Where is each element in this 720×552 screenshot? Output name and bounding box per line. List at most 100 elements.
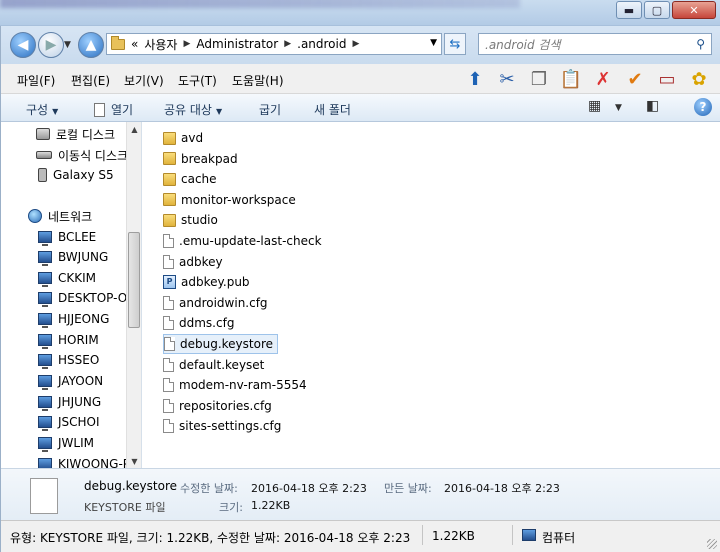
nav-local-disk[interactable]: 로컬 디스크 — [36, 124, 115, 144]
file-name: repositories.cfg — [179, 398, 272, 413]
delete-icon[interactable]: ✗ — [590, 66, 616, 92]
search-icon[interactable]: ⚲ — [696, 37, 705, 51]
status-bar: 유형: KEYSTORE 파일, 크기: 1.22KB, 수정한 날짜: 201… — [0, 520, 720, 552]
chevron-down-icon: ▼ — [215, 107, 223, 116]
computer-icon — [38, 334, 52, 349]
file-row[interactable]: breakpad — [163, 149, 242, 169]
refresh-button[interactable]: ⇆ — [444, 33, 466, 55]
paste-icon[interactable]: 📋 — [558, 66, 584, 92]
menu-edit[interactable]: 편집(E) — [71, 72, 110, 89]
file-name: cache — [181, 172, 217, 187]
file-row[interactable]: debug.keystore — [163, 334, 279, 354]
file-row[interactable]: androidwin.cfg — [163, 293, 272, 313]
file-name: avd — [181, 131, 204, 145]
menu-view[interactable]: 보기(V) — [124, 72, 164, 89]
nav-computer-item[interactable]: HJJEONG — [38, 309, 109, 329]
nav-network[interactable]: 네트워크 — [28, 206, 92, 226]
copy-icon[interactable]: ❐ — [526, 66, 552, 92]
nav-scrollbar[interactable]: ▲ ▼ — [126, 122, 141, 468]
nav-computer-item[interactable]: BWJUNG — [38, 247, 108, 267]
maximize-button[interactable]: ▢ — [644, 1, 670, 19]
nav-label: JHJUNG — [58, 395, 102, 409]
file-icon — [164, 337, 175, 351]
command-bar: 구성 ▼ 열기 공유 대상 ▼ 굽기 새 폴더 ▦ ▼ ◧ ? — [0, 94, 720, 122]
file-row[interactable]: Padbkey.pub — [163, 272, 254, 292]
nav-label: 로컬 디스크 — [56, 127, 116, 142]
breadcrumb-android[interactable]: .android — [297, 37, 346, 51]
file-row[interactable]: repositories.cfg — [163, 396, 276, 416]
nav-computer-item[interactable]: JAYOON — [38, 371, 103, 391]
up-folder-icon[interactable]: ⬆ — [462, 66, 488, 92]
file-row[interactable]: default.keyset — [163, 355, 268, 375]
scroll-down-icon[interactable]: ▼ — [127, 454, 141, 468]
nav-galaxy-s5[interactable]: Galaxy S5 — [38, 165, 114, 185]
check-icon[interactable]: ✔ — [622, 66, 648, 92]
status-location: 컴퓨터 — [542, 531, 576, 545]
menu-file[interactable]: 파일(F) — [17, 72, 55, 89]
file-row[interactable]: avd — [163, 128, 207, 148]
nav-computer-item[interactable]: DESKTOP-OD — [38, 288, 136, 308]
file-name: sites-settings.cfg — [179, 419, 282, 434]
file-row[interactable]: studio — [163, 210, 222, 230]
created-label: 만든 날짜: — [384, 482, 432, 495]
computer-icon — [38, 354, 52, 369]
file-row[interactable]: modem-nv-ram-5554 — [163, 375, 311, 395]
details-file-name: debug.keystore — [84, 479, 178, 493]
properties-icon[interactable]: ▭ — [654, 66, 680, 92]
open-button[interactable]: 열기 — [94, 101, 133, 118]
back-button[interactable]: ◀ — [10, 32, 36, 58]
breadcrumb-administrator[interactable]: Administrator — [196, 37, 278, 51]
share-button[interactable]: 공유 대상 ▼ — [164, 101, 222, 118]
network-icon — [28, 209, 42, 223]
file-row[interactable]: cache — [163, 169, 221, 189]
nav-computer-item[interactable]: JHJUNG — [38, 392, 101, 412]
organize-button[interactable]: 구성 ▼ — [26, 101, 58, 118]
computer-icon — [38, 272, 52, 287]
scroll-up-icon[interactable]: ▲ — [127, 122, 141, 136]
nav-label: CKKIM — [58, 271, 97, 285]
chevron-right-icon[interactable]: ▶ — [352, 39, 359, 49]
cut-icon[interactable]: ✂ — [494, 66, 520, 92]
address-bar[interactable]: « 사용자 ▶ Administrator ▶ .android ▶ ▼ — [106, 33, 442, 55]
scroll-thumb[interactable] — [128, 232, 140, 328]
breadcrumb-users[interactable]: 사용자 — [144, 36, 177, 53]
menu-tools[interactable]: 도구(T) — [178, 72, 217, 89]
nav-removable-disk[interactable]: 이동식 디스크 — [36, 145, 128, 165]
resize-grip[interactable] — [707, 539, 717, 549]
minimize-button[interactable]: ▬ — [616, 1, 642, 19]
menu-help[interactable]: 도움말(H) — [232, 72, 284, 89]
nav-computer-item[interactable]: JWLIM — [38, 433, 94, 453]
nav-computer-item[interactable]: HSSEO — [38, 350, 99, 370]
up-button[interactable]: ▲ — [78, 32, 104, 58]
file-row[interactable]: adbkey — [163, 252, 227, 272]
help-icon[interactable]: ? — [694, 98, 712, 116]
nav-computer-item[interactable]: CKKIM — [38, 268, 96, 288]
nav-computer-item[interactable]: BCLEE — [38, 227, 96, 247]
recent-pages-dropdown[interactable]: ▼ — [64, 40, 71, 50]
file-row[interactable]: .emu-update-last-check — [163, 231, 326, 251]
new-folder-button[interactable]: 새 폴더 — [314, 101, 351, 118]
nav-label: BCLEE — [58, 230, 97, 244]
burn-button[interactable]: 굽기 — [259, 101, 281, 118]
color-wheel-icon[interactable]: ✿ — [686, 66, 712, 92]
close-button[interactable]: ✕ — [672, 1, 716, 19]
file-row[interactable]: monitor-workspace — [163, 190, 300, 210]
arrow-right-icon: ▶ — [45, 37, 57, 53]
chevron-down-icon[interactable]: ▼ — [430, 38, 437, 48]
chevron-right-icon[interactable]: ▶ — [183, 39, 190, 49]
nav-computer-item[interactable]: JSCHOI — [38, 412, 100, 432]
nav-computer-item[interactable]: KIWOONG-P — [38, 454, 130, 468]
preview-pane-icon[interactable]: ◧ — [646, 98, 659, 114]
file-icon — [163, 254, 174, 269]
toolbar-icons: ⬆ ✂ ❐ 📋 ✗ ✔ ▭ ✿ — [462, 66, 712, 92]
search-input[interactable]: .android 검색 ⚲ — [478, 33, 712, 55]
nav-computer-item[interactable]: HORIM — [38, 330, 99, 350]
chevron-right-icon[interactable]: ▶ — [284, 39, 291, 49]
computer-icon — [38, 251, 52, 266]
file-row[interactable]: sites-settings.cfg — [163, 416, 285, 436]
forward-button[interactable]: ▶ — [38, 32, 64, 58]
view-options-icon[interactable]: ▦ — [588, 98, 601, 114]
breadcrumb-overflow[interactable]: « — [131, 37, 138, 51]
chevron-down-icon[interactable]: ▼ — [615, 103, 622, 113]
file-row[interactable]: ddms.cfg — [163, 313, 238, 333]
